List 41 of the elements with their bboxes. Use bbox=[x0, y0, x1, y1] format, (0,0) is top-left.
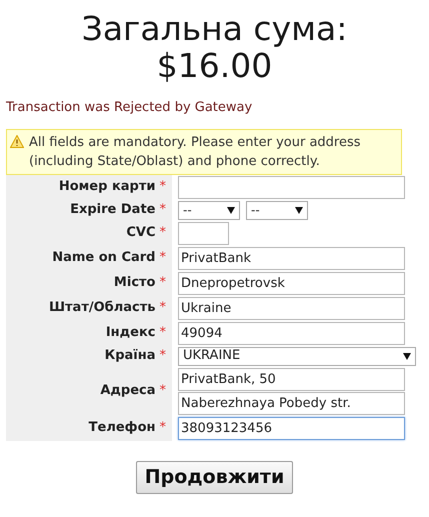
required-mark: * bbox=[160, 299, 166, 318]
required-mark: * bbox=[160, 419, 166, 438]
caret-icon bbox=[403, 352, 411, 360]
input-field[interactable]: PrivatBank bbox=[178, 246, 405, 270]
input-field[interactable]: Dnepropetrovsk bbox=[178, 272, 405, 294]
required-mark: * bbox=[160, 201, 166, 220]
select-field[interactable]: -- bbox=[178, 200, 240, 220]
input-field[interactable]: PrivatBank, 50 bbox=[178, 368, 405, 390]
caret-icon bbox=[227, 206, 235, 214]
required-mark: * bbox=[160, 249, 166, 268]
field-label: CVC bbox=[126, 224, 156, 242]
caret-icon bbox=[295, 206, 303, 214]
field-label: Name on Card bbox=[52, 249, 156, 268]
required-mark: * bbox=[160, 347, 166, 366]
warning-text: All fields are mandatory. Please enter your address (including State/Oblast) and phone correctly. bbox=[29, 134, 362, 170]
input-field[interactable] bbox=[178, 176, 405, 198]
input-field[interactable]: 38093123456 bbox=[178, 416, 405, 440]
field-label: Expire Date bbox=[70, 201, 156, 220]
page-title: Загальна сума: bbox=[82, 10, 348, 47]
field-label: Індекс bbox=[106, 324, 156, 342]
input-field[interactable]: 49094 bbox=[178, 322, 405, 344]
field-label: Телефон bbox=[88, 419, 156, 438]
field-label: Місто bbox=[114, 274, 156, 292]
required-mark: * bbox=[160, 382, 166, 400]
select-field[interactable]: -- bbox=[246, 200, 308, 220]
total-amount: $16.00 bbox=[156, 47, 272, 84]
required-mark: * bbox=[160, 224, 166, 242]
required-mark: * bbox=[160, 274, 166, 292]
field-label: Штат/Область bbox=[48, 299, 156, 318]
error-message: Transaction was Rejected by Gateway bbox=[6, 99, 254, 117]
field-label: Країна bbox=[104, 347, 156, 366]
select-field[interactable]: UKRAINE bbox=[178, 346, 416, 366]
field-label: Номер карти bbox=[58, 178, 156, 196]
input-field[interactable]: Ukraine bbox=[178, 296, 405, 320]
input-field[interactable]: Naberezhnaya Pobedy str. bbox=[178, 392, 405, 414]
field-label: Адреса bbox=[100, 382, 156, 400]
required-mark: * bbox=[160, 178, 166, 196]
input-field[interactable] bbox=[178, 222, 229, 244]
continue-button[interactable]: Продовжити bbox=[136, 460, 294, 494]
required-mark: * bbox=[160, 324, 166, 342]
warning-icon bbox=[10, 134, 24, 148]
